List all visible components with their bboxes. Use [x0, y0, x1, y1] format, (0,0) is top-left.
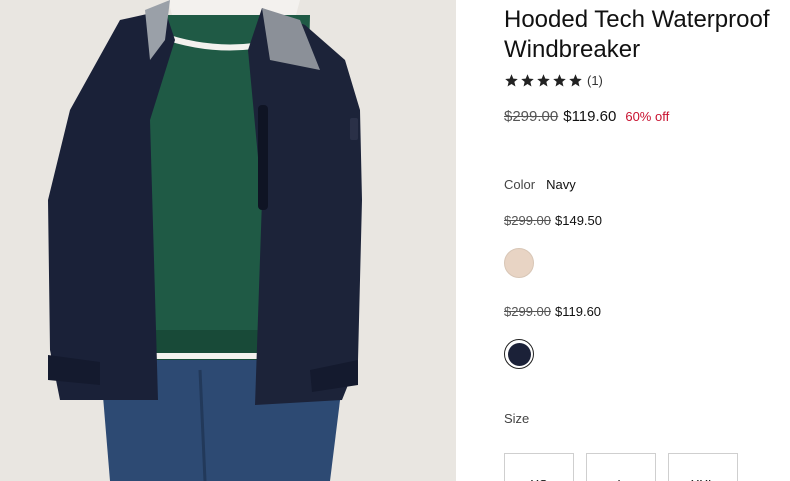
star-icon [505, 74, 518, 87]
variant-price-beige: $299.00 $149.50 [504, 213, 602, 228]
variant-price-navy: $299.00 $119.60 [504, 304, 601, 319]
star-icon [521, 74, 534, 87]
rating[interactable]: (1) [504, 73, 603, 88]
star-icon [553, 74, 566, 87]
variant-sale-price: $149.50 [555, 213, 602, 228]
selected-color: Navy [546, 177, 576, 192]
original-price: $299.00 [504, 108, 559, 125]
star-rating [504, 73, 583, 88]
product-image[interactable] [0, 0, 456, 481]
variant-original-price: $299.00 [504, 304, 551, 319]
variant-sale-price: $119.60 [555, 304, 602, 319]
color-swatch-beige[interactable] [504, 248, 534, 278]
product-details: Hooded Tech Waterproof Windbreaker (1) $… [504, 0, 790, 481]
review-count[interactable]: (1) [587, 73, 603, 88]
jacket-photo [0, 0, 456, 481]
color-label: Color [504, 177, 536, 192]
swatch-fill [507, 342, 531, 366]
size-button-xs[interactable]: XS [504, 453, 574, 481]
color-swatch-navy[interactable] [504, 339, 534, 369]
size-options: XS L XXL [504, 453, 738, 481]
color-selection: Color Navy [504, 177, 576, 192]
product-title: Hooded Tech Waterproof Windbreaker [504, 6, 770, 63]
discount-badge: 60% off [625, 109, 670, 124]
star-icon [537, 74, 550, 87]
price: $299.00 $119.60 60% off [504, 108, 669, 125]
size-button-xxl[interactable]: XXL [668, 453, 738, 481]
star-icon [569, 74, 582, 87]
variant-original-price: $299.00 [504, 213, 551, 228]
sale-price: $119.60 [563, 108, 617, 125]
size-label: Size [504, 411, 530, 426]
size-button-l[interactable]: L [586, 453, 656, 481]
